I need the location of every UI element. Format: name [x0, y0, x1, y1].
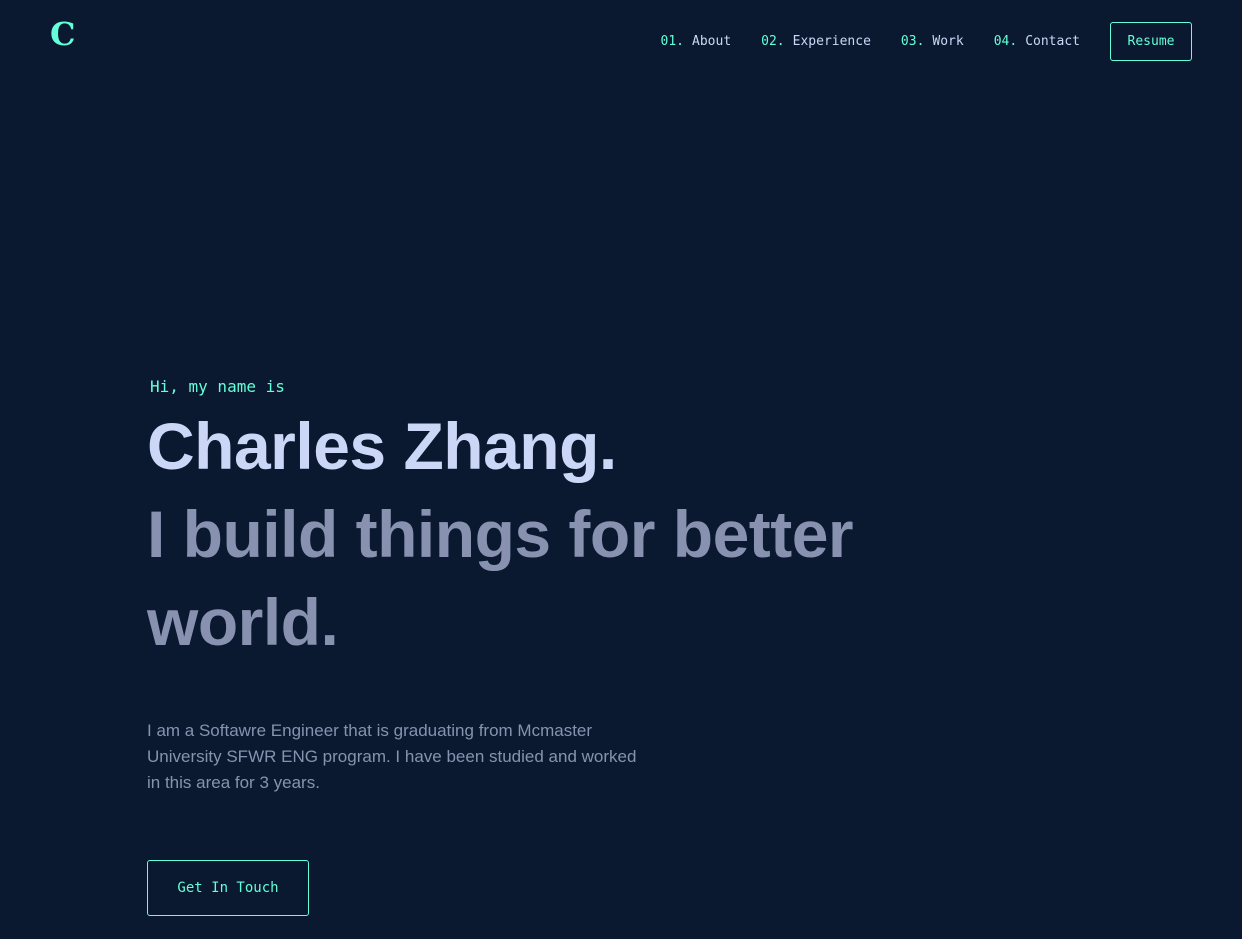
nav-label: Contact — [1025, 34, 1080, 49]
nav-number: 01. — [660, 34, 685, 49]
hero-name: Charles Zhang. — [147, 409, 617, 483]
nav-label: About — [692, 34, 732, 49]
nav-number: 04. — [993, 34, 1018, 49]
nav-number: 03. — [900, 34, 925, 49]
hero-bio: I am a Softawre Engineer that is graduat… — [147, 721, 637, 792]
nav-item-work[interactable]: 03. Work — [901, 34, 964, 49]
nav-item-experience[interactable]: 02. Experience — [761, 34, 871, 49]
logo[interactable]: C — [50, 14, 75, 54]
hero-section: Hi, my name is Charles Zhang. I build th… — [147, 372, 1007, 796]
resume-button[interactable]: Resume — [1110, 22, 1192, 61]
nav-number: 02. — [761, 34, 785, 49]
get-in-touch-button[interactable]: Get In Touch — [147, 860, 309, 916]
hero-tagline: I build things for better world. — [147, 497, 854, 659]
nav-label: Work — [932, 34, 964, 49]
nav-label: Experience — [792, 34, 871, 49]
main-nav: 01. About 02. Experience 03. Work 04. Contac… — [661, 22, 1192, 61]
nav-item-about[interactable]: 01. About — [661, 34, 732, 49]
hero-greeting: Hi, my name is — [150, 377, 285, 396]
nav-item-contact[interactable]: 04. Contact — [994, 34, 1080, 49]
